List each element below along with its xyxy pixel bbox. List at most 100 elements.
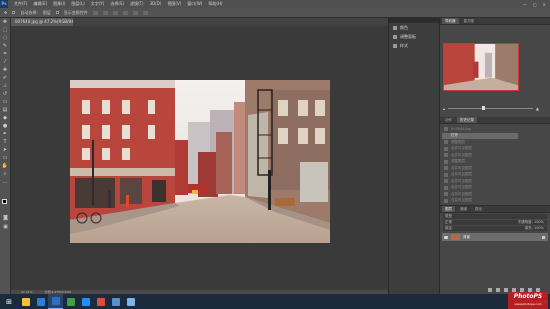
tab-paths[interactable]: 路径 — [472, 206, 485, 212]
close-button[interactable]: ✕ — [543, 2, 546, 7]
menu-select[interactable]: 选择(S) — [107, 1, 127, 7]
taskbar-app-1[interactable] — [33, 294, 48, 309]
transform-controls-label: 显示变换控件 — [63, 9, 88, 15]
history-tabs: 动作 历史记录 — [440, 117, 550, 124]
gradient-tool-icon[interactable]: ▤ — [2, 107, 9, 114]
crop-tool-icon[interactable]: ⌗ — [2, 51, 9, 58]
windows-start-icon[interactable]: ⊞ — [0, 294, 18, 309]
fill-field[interactable]: 填充: 100% — [525, 226, 544, 231]
menu-layer[interactable]: 图层(L) — [68, 1, 87, 7]
hand-tool-icon[interactable]: ✋ — [2, 163, 9, 170]
color-wheel-icon — [393, 25, 397, 30]
minimize-button[interactable]: — — [523, 2, 527, 7]
eye-icon[interactable] — [444, 235, 448, 239]
blur-tool-icon[interactable]: ◆ — [2, 115, 9, 122]
auto-select-dropdown[interactable]: 图层 — [43, 10, 51, 16]
styles-panel-label: 样式 — [400, 42, 408, 48]
zoom-tool-icon[interactable]: ⌕ — [2, 171, 9, 178]
styles-panel-item[interactable]: 样式 — [389, 41, 439, 50]
tab-actions[interactable]: 动作 — [442, 117, 455, 123]
taskbar-app-7[interactable] — [123, 294, 138, 309]
menu-filter[interactable]: 滤镜(T) — [127, 1, 147, 7]
pen-tool-icon[interactable]: ✒ — [2, 131, 9, 138]
align-top-icon[interactable] — [92, 10, 98, 15]
taskbar-app-2[interactable] — [48, 294, 63, 309]
document-tab[interactable]: 007640.jpg @ 47.2%(RGB/8#) * — [11, 18, 73, 26]
shape-tool-icon[interactable]: ▭ — [2, 155, 9, 162]
type-tool-icon[interactable]: T — [2, 139, 9, 146]
clone-stamp-tool-icon[interactable]: ⊥ — [2, 83, 9, 90]
history-step-label: 合并可见图层 — [451, 191, 472, 196]
opacity-field[interactable]: 不透明度: 100% — [518, 220, 544, 225]
menu-3d[interactable]: 3D(D) — [147, 1, 165, 7]
quick-mask-icon[interactable]: ◙ — [2, 215, 9, 222]
taskbar-app-3[interactable] — [63, 294, 78, 309]
tab-history[interactable]: 历史记录 — [457, 117, 477, 123]
layer-filter-row[interactable]: 类型 — [443, 214, 547, 219]
layer-kind-filter[interactable]: 类型 — [445, 214, 452, 219]
taskbar-app-5[interactable] — [93, 294, 108, 309]
menu-view[interactable]: 视图(V) — [164, 1, 184, 7]
list-item[interactable]: 合并可见图层 — [442, 198, 518, 205]
eyedropper-tool-icon[interactable]: ⁄ — [2, 59, 9, 66]
zoom-knob[interactable] — [481, 106, 485, 110]
document-image[interactable] — [70, 80, 330, 243]
more-tools-icon[interactable]: … — [2, 179, 9, 186]
tab-histogram[interactable]: 直方图 — [461, 18, 478, 24]
blend-mode-dropdown[interactable]: 正常 — [445, 220, 452, 225]
history-panel: 动作 历史记录 — [440, 117, 550, 124]
menu-edit[interactable]: 编辑(E) — [30, 1, 50, 7]
move-tool-icon[interactable]: ✥ — [2, 19, 9, 26]
tab-channels[interactable]: 通道 — [457, 206, 470, 212]
zoom-out-icon[interactable]: ▴ — [443, 106, 445, 111]
menu-help[interactable]: 帮助(H) — [205, 1, 225, 7]
align-middle-icon[interactable] — [102, 10, 108, 15]
navigator-preview — [444, 44, 518, 90]
browser-icon — [66, 297, 75, 306]
history-state-icon — [444, 159, 448, 164]
history-step-label: 合并可见图层 — [451, 185, 472, 190]
navigator-zoom-slider[interactable]: ▴ ▲ — [443, 106, 539, 111]
taskbar-app-4[interactable] — [78, 294, 93, 309]
path-select-tool-icon[interactable]: ➤ — [2, 147, 9, 154]
link-icon[interactable] — [488, 288, 492, 292]
adjustments-panel-item[interactable]: 调整面板 — [389, 32, 439, 41]
watermark-brand: PhotoPS — [513, 293, 543, 300]
quick-select-tool-icon[interactable]: ✎ — [2, 43, 9, 50]
color-panel-item[interactable]: 颜色 — [389, 23, 439, 32]
taskbar-app-6[interactable] — [108, 294, 123, 309]
maximize-button[interactable]: □ — [533, 2, 537, 7]
zoom-track[interactable] — [448, 106, 533, 110]
align-right-icon[interactable] — [142, 10, 148, 15]
tab-navigator[interactable]: 导航器 — [442, 18, 459, 24]
color-swatches[interactable] — [2, 199, 9, 206]
taskbar-app-0[interactable] — [18, 294, 33, 309]
tab-layers[interactable]: 图层 — [442, 206, 455, 212]
screen-mode-icon[interactable]: ▣ — [2, 224, 9, 231]
menu-image[interactable]: 图像(I) — [50, 1, 68, 7]
dodge-tool-icon[interactable]: ● — [2, 123, 9, 130]
blend-opacity-row: 正常 不透明度: 100% — [443, 220, 547, 225]
lasso-tool-icon[interactable]: ◌ — [2, 35, 9, 42]
menu-type[interactable]: 文字(Y) — [88, 1, 108, 7]
eraser-tool-icon[interactable]: ▭ — [2, 99, 9, 106]
history-brush-tool-icon[interactable]: ↺ — [2, 91, 9, 98]
marquee-tool-icon[interactable]: ⬚ — [2, 27, 9, 34]
align-left-icon[interactable] — [122, 10, 128, 15]
align-center-icon[interactable] — [132, 10, 138, 15]
brush-tool-icon[interactable]: ✐ — [2, 75, 9, 82]
layer-row-background[interactable]: 背景 — [442, 233, 548, 241]
store-icon — [126, 297, 135, 306]
healing-brush-tool-icon[interactable]: ✚ — [2, 67, 9, 74]
menu-file[interactable]: 文件(F) — [11, 1, 30, 7]
zoom-in-icon[interactable]: ▲ — [536, 106, 539, 111]
align-bottom-icon[interactable] — [112, 10, 118, 15]
foreground-color-swatch[interactable] — [2, 199, 7, 204]
history-step-label: 合并可见图层 — [451, 198, 472, 203]
move-tool-icon[interactable]: ✥ — [4, 10, 7, 15]
navigator-thumbnail[interactable] — [443, 43, 519, 91]
auto-select-checkbox[interactable] — [12, 11, 16, 14]
transform-controls-checkbox[interactable] — [55, 11, 59, 14]
menu-window[interactable]: 窗口(W) — [184, 1, 205, 7]
fx-icon[interactable] — [496, 288, 500, 292]
